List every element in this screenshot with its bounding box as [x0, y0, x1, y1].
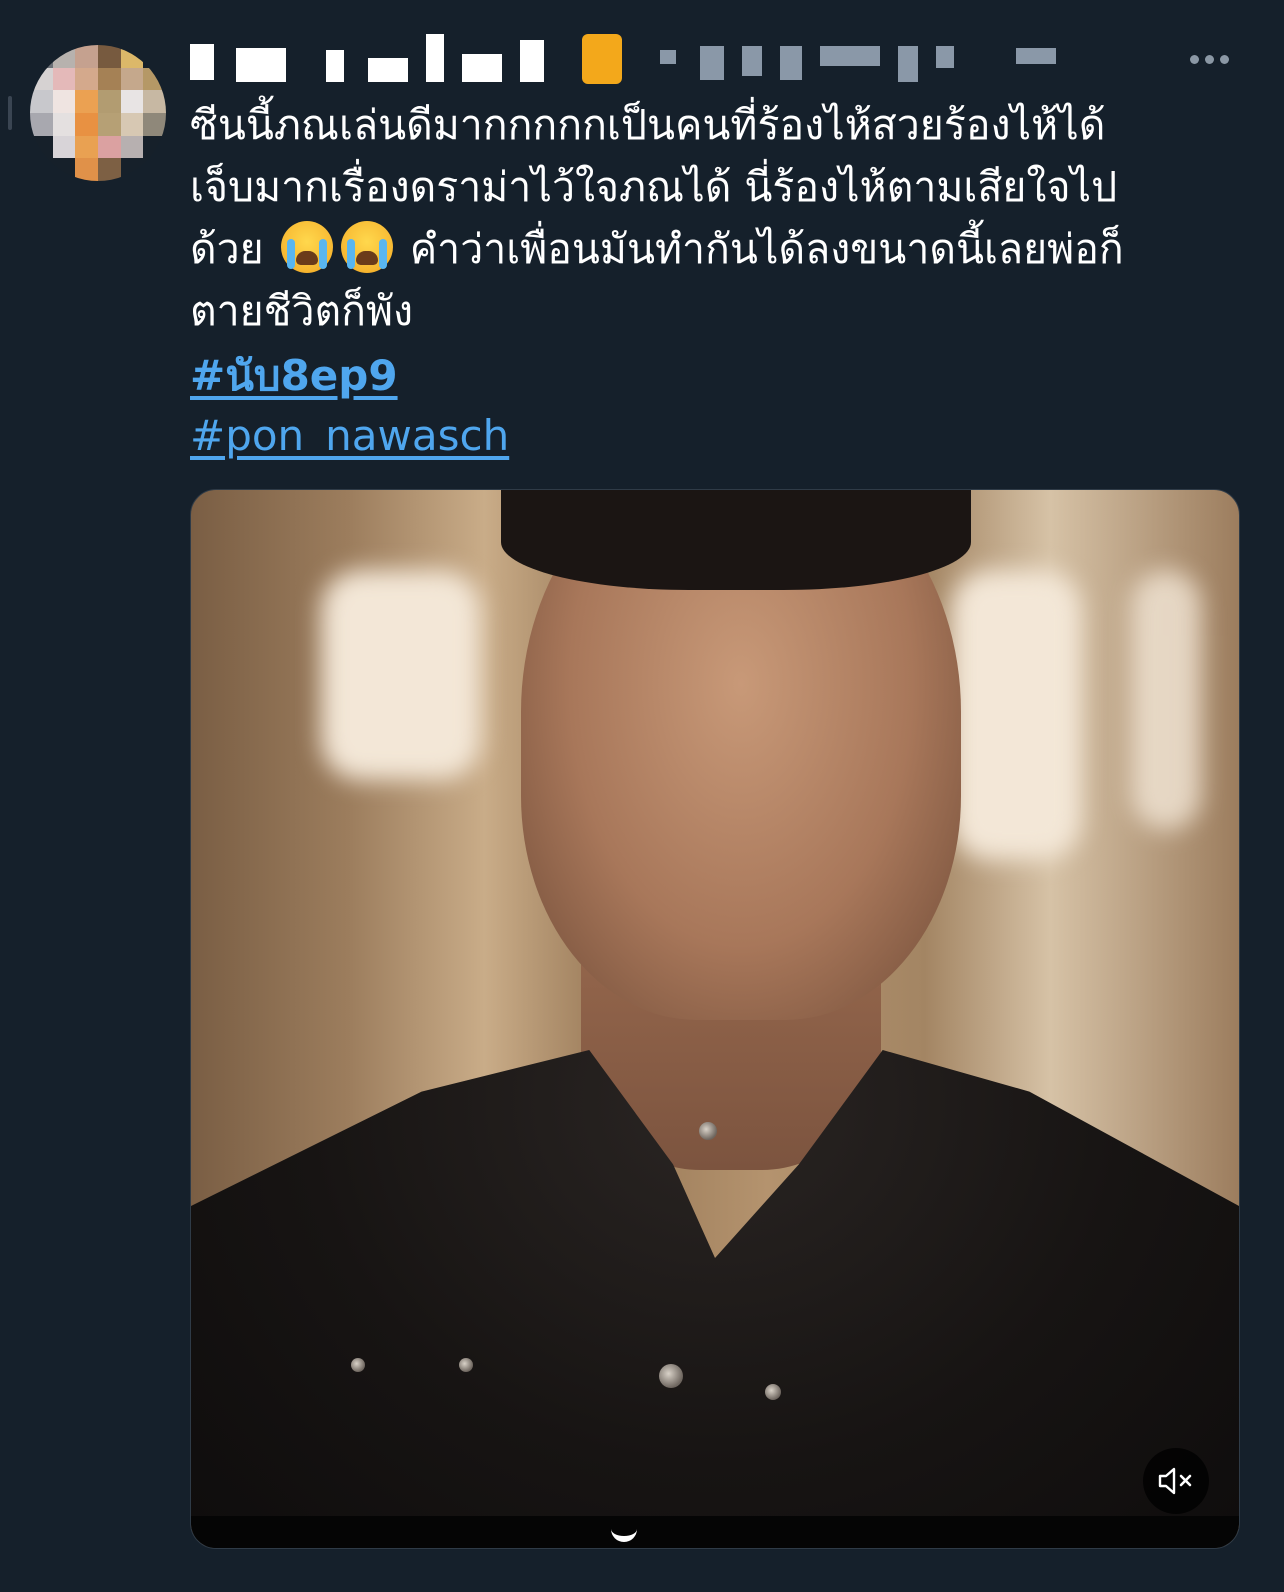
tweet[interactable]: ซีนนี้ภณเล่นดีมากกกกกเป็นคนที่ร้องไห้สวย… [0, 0, 1284, 1592]
name-pixel [520, 40, 544, 82]
jacket-button [699, 1122, 717, 1140]
badge-pixel [582, 34, 622, 84]
handle-pixel [898, 46, 918, 82]
name-pixel [236, 48, 286, 82]
background-light [321, 570, 481, 780]
video-player[interactable] [190, 489, 1240, 1549]
volume-muted-icon[interactable] [1143, 1448, 1209, 1514]
playback-indicator-icon [611, 1524, 637, 1542]
name-pixel [426, 34, 444, 82]
background-light [1131, 570, 1201, 830]
tweet-text-line: ซีนนี้ภณเล่นดีมากกกกกเป็นคนที่ร้องไห้สวย… [190, 101, 1106, 149]
tweet-text-line: ด้วย คำว่าเพื่อนมันทำกันได้ลงขนาดนี้เลยพ… [190, 218, 1230, 280]
video-progress-bar[interactable] [191, 1516, 1239, 1548]
tweet-text-line: ตายชีวิตก็พัง [190, 287, 414, 335]
volume-muted-glyph [1158, 1467, 1192, 1495]
loudly-crying-face-icon [340, 221, 393, 273]
tweet-text-segment: คำว่าเพื่อนมันทำกันได้ลงขนาดนี้เลยพ่อก็ [396, 225, 1124, 273]
tweet-text-segment: ด้วย [190, 225, 264, 273]
hashtag-list: #นับ8ep9 #pon_nawasch [190, 346, 509, 466]
jacket-button [351, 1358, 365, 1372]
loudly-crying-face-icon [280, 221, 333, 273]
name-pixel [326, 50, 344, 82]
thread-edge [8, 96, 12, 130]
tweet-text-line: เจ็บมากเรื่องดราม่าไว้ใจภณได้ นี่ร้องไห้… [190, 163, 1118, 211]
hashtag-link[interactable]: #นับ8ep9 [190, 346, 509, 406]
handle-pixel [820, 46, 880, 66]
jacket-button [765, 1384, 781, 1400]
tweet-text: ซีนนี้ภณเล่นดีมากกกกกเป็นคนที่ร้องไห้สวย… [190, 94, 1230, 342]
handle-pixel [700, 46, 724, 80]
timestamp-pixel [1016, 48, 1056, 64]
background-light [951, 570, 1081, 860]
handle-pixel [936, 46, 954, 68]
avatar[interactable] [30, 45, 166, 181]
name-pixel [462, 54, 502, 82]
hashtag-link[interactable]: #pon_nawasch [190, 406, 509, 466]
name-pixel [190, 44, 214, 80]
name-pixel [368, 58, 408, 82]
jacket-button [459, 1358, 473, 1372]
handle-pixel [660, 50, 676, 64]
figure-hair [501, 490, 971, 590]
author-name-pixelated[interactable] [190, 34, 1070, 84]
jacket-button [659, 1364, 683, 1388]
handle-pixel [742, 46, 762, 76]
more-horizontal-icon[interactable] [1190, 52, 1232, 66]
handle-pixel [780, 46, 802, 80]
